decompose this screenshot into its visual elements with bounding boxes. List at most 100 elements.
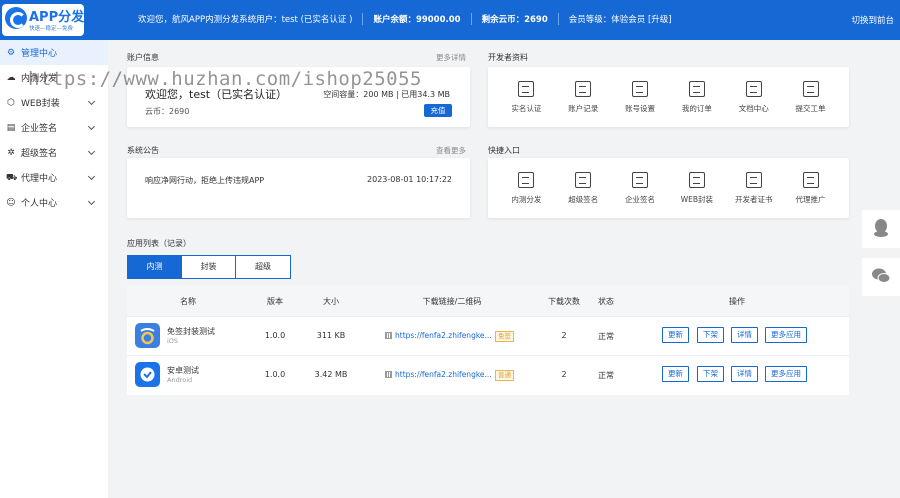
app-platform: iOS <box>167 337 179 345</box>
app-status: 正常 <box>598 371 614 380</box>
user-icon: ☺ <box>6 197 16 208</box>
sidebar: ⚙ 管理中心 ☁ 内测分发 ⬡ WEB封装 ▤ 企业签名 ✲ 超级签名 ⛟ 代理… <box>0 40 108 498</box>
detail-button[interactable]: 详情 <box>731 327 758 343</box>
dev-item-label: 文档中心 <box>738 103 769 113</box>
quick-item-enterprise[interactable]: 企业签名 <box>612 171 668 205</box>
chevron-down-icon <box>87 172 96 181</box>
enterprise-icon <box>632 171 649 188</box>
notice-more-link[interactable]: 查看更多 <box>436 145 466 156</box>
app-name[interactable]: 免签封装测试 <box>167 326 215 337</box>
promo-icon <box>802 171 819 188</box>
detail-button[interactable]: 详情 <box>731 366 758 382</box>
divider <box>362 13 364 25</box>
qrcode-icon[interactable] <box>385 371 392 378</box>
quick-card: 内测分发 超级签名 企业签名 WEB封装 开发者证书 代理推广 <box>488 158 849 218</box>
wechat-contact-button[interactable] <box>862 258 900 296</box>
app-name[interactable]: 安卓测试 <box>167 365 199 376</box>
qrcode-icon[interactable] <box>385 332 392 339</box>
sidebar-item-super[interactable]: ✲ 超级签名 <box>0 140 108 165</box>
header-balance: 账户余额：99000.00 <box>373 15 461 25</box>
dev-item-orders[interactable]: 我的订单 <box>669 80 725 114</box>
table-row: 免签封装测试 iOS 1.0.0 311 KB https://fenfa2.z… <box>127 316 849 355</box>
logo-icon <box>5 7 27 29</box>
sidebar-item-personal[interactable]: ☺ 个人中心 <box>0 190 108 215</box>
download-url[interactable]: https://fenfa2.zhifengke... <box>395 370 492 379</box>
sidebar-item-label: 个人中心 <box>21 199 58 209</box>
dev-item-settings[interactable]: 账号设置 <box>612 80 668 114</box>
unpublish-button[interactable]: 下架 <box>697 366 724 382</box>
app-icon-ios <box>135 323 160 348</box>
column-header: 下载链接/二维码 <box>422 297 482 306</box>
records-icon <box>575 80 592 97</box>
more-apps-button[interactable]: 更多应用 <box>765 327 807 343</box>
notice-card: 响应净网行动，拒绝上传违规APP 2023-08-01 10:17:22 <box>127 158 470 218</box>
app-type-tag: 普通 <box>495 370 514 381</box>
switch-frontend-link[interactable]: 切换到前台 <box>851 14 894 26</box>
cart-icon: ⛟ <box>6 172 18 183</box>
sidebar-item-web[interactable]: ⬡ WEB封装 <box>0 90 108 115</box>
quick-item-web[interactable]: WEB封装 <box>669 171 725 205</box>
dev-item-ticket[interactable]: 提交工单 <box>783 80 839 114</box>
table-header: 名称 版本 大小 下载链接/二维码 下载次数 状态 操作 <box>127 285 849 316</box>
quick-item-label: WEB封装 <box>680 194 714 204</box>
download-url[interactable]: https://fenfa2.zhifengke... <box>395 331 492 340</box>
tab-wrap[interactable]: 封装 <box>182 256 236 278</box>
divider <box>557 13 559 25</box>
sidebar-item-enterprise[interactable]: ▤ 企业签名 <box>0 115 108 140</box>
more-apps-button[interactable]: 更多应用 <box>765 366 807 382</box>
logo-title: APP分发 <box>29 10 85 25</box>
column-header: 版本 <box>267 297 283 306</box>
developer-card: 实名认证 账户记录 账号设置 我的订单 文档中心 提交工单 <box>488 67 849 127</box>
app-icon-android <box>135 362 160 387</box>
orders-icon <box>688 80 705 97</box>
table-row: 安卓测试 Android 1.0.0 3.42 MB https://fenfa… <box>127 355 849 394</box>
account-more-link[interactable]: 更多详情 <box>436 52 466 63</box>
chevron-down-icon <box>87 122 96 131</box>
column-header: 下载次数 <box>548 297 580 306</box>
divider <box>470 13 472 25</box>
quick-item-label: 超级签名 <box>568 194 599 204</box>
update-button[interactable]: 更新 <box>662 366 689 382</box>
sidebar-item-admin[interactable]: ⚙ 管理中心 <box>0 40 108 65</box>
sidebar-item-label: 超级签名 <box>21 149 58 159</box>
wechat-icon <box>871 267 891 288</box>
update-button[interactable]: 更新 <box>662 327 689 343</box>
qq-icon <box>872 218 890 241</box>
quick-item-super[interactable]: 超级签名 <box>555 171 611 205</box>
app-list-title: 应用列表（记录） <box>127 239 191 248</box>
app-size: 311 KB <box>316 331 346 340</box>
settings-icon <box>632 80 649 97</box>
dev-item-docs[interactable]: 文档中心 <box>726 80 782 114</box>
download-link[interactable]: https://fenfa2.zhifengke... <box>385 370 492 379</box>
box-icon: ⬡ <box>7 97 15 108</box>
unpublish-button[interactable]: 下架 <box>697 327 724 343</box>
sidebar-item-agent[interactable]: ⛟ 代理中心 <box>0 165 108 190</box>
download-link[interactable]: https://fenfa2.zhifengke... <box>385 331 492 340</box>
docs-icon <box>745 80 762 97</box>
chevron-down-icon <box>87 197 96 206</box>
dev-item-verify[interactable]: 实名认证 <box>498 80 554 114</box>
developer-section-title: 开发者资料 <box>488 53 528 62</box>
qq-contact-button[interactable] <box>862 210 900 248</box>
notice-section-title: 系统公告 <box>127 146 159 155</box>
column-header: 操作 <box>729 297 745 306</box>
quick-item-cert[interactable]: 开发者证书 <box>726 171 782 205</box>
app-tabs: 内测 封装 超级 <box>127 255 291 279</box>
column-header: 大小 <box>323 297 339 306</box>
quick-item-label: 企业签名 <box>625 194 656 204</box>
logo[interactable]: APP分发 快速—稳定—免费 <box>2 4 84 36</box>
tab-super[interactable]: 超级 <box>236 256 290 278</box>
app-version: 1.0.0 <box>264 331 286 340</box>
quick-item-beta[interactable]: 内测分发 <box>498 171 554 205</box>
dev-item-label: 账号设置 <box>625 103 656 113</box>
account-coins: 云币：2690 <box>145 107 190 116</box>
dev-item-records[interactable]: 账户记录 <box>555 80 611 114</box>
tab-beta[interactable]: 内测 <box>128 256 182 278</box>
top-header: APP分发 快速—稳定—免费 欢迎您，航风APP内测分发系统用户：test (已… <box>0 0 900 40</box>
app-type-tag: 免签 <box>495 331 514 342</box>
header-level[interactable]: 会员等级：体验会员 [升级] <box>569 13 672 25</box>
charge-button[interactable]: 充值 <box>424 104 452 117</box>
dev-item-label: 我的订单 <box>681 103 712 113</box>
quick-item-promo[interactable]: 代理推广 <box>783 171 839 205</box>
notice-text[interactable]: 响应净网行动，拒绝上传违规APP <box>145 175 264 186</box>
